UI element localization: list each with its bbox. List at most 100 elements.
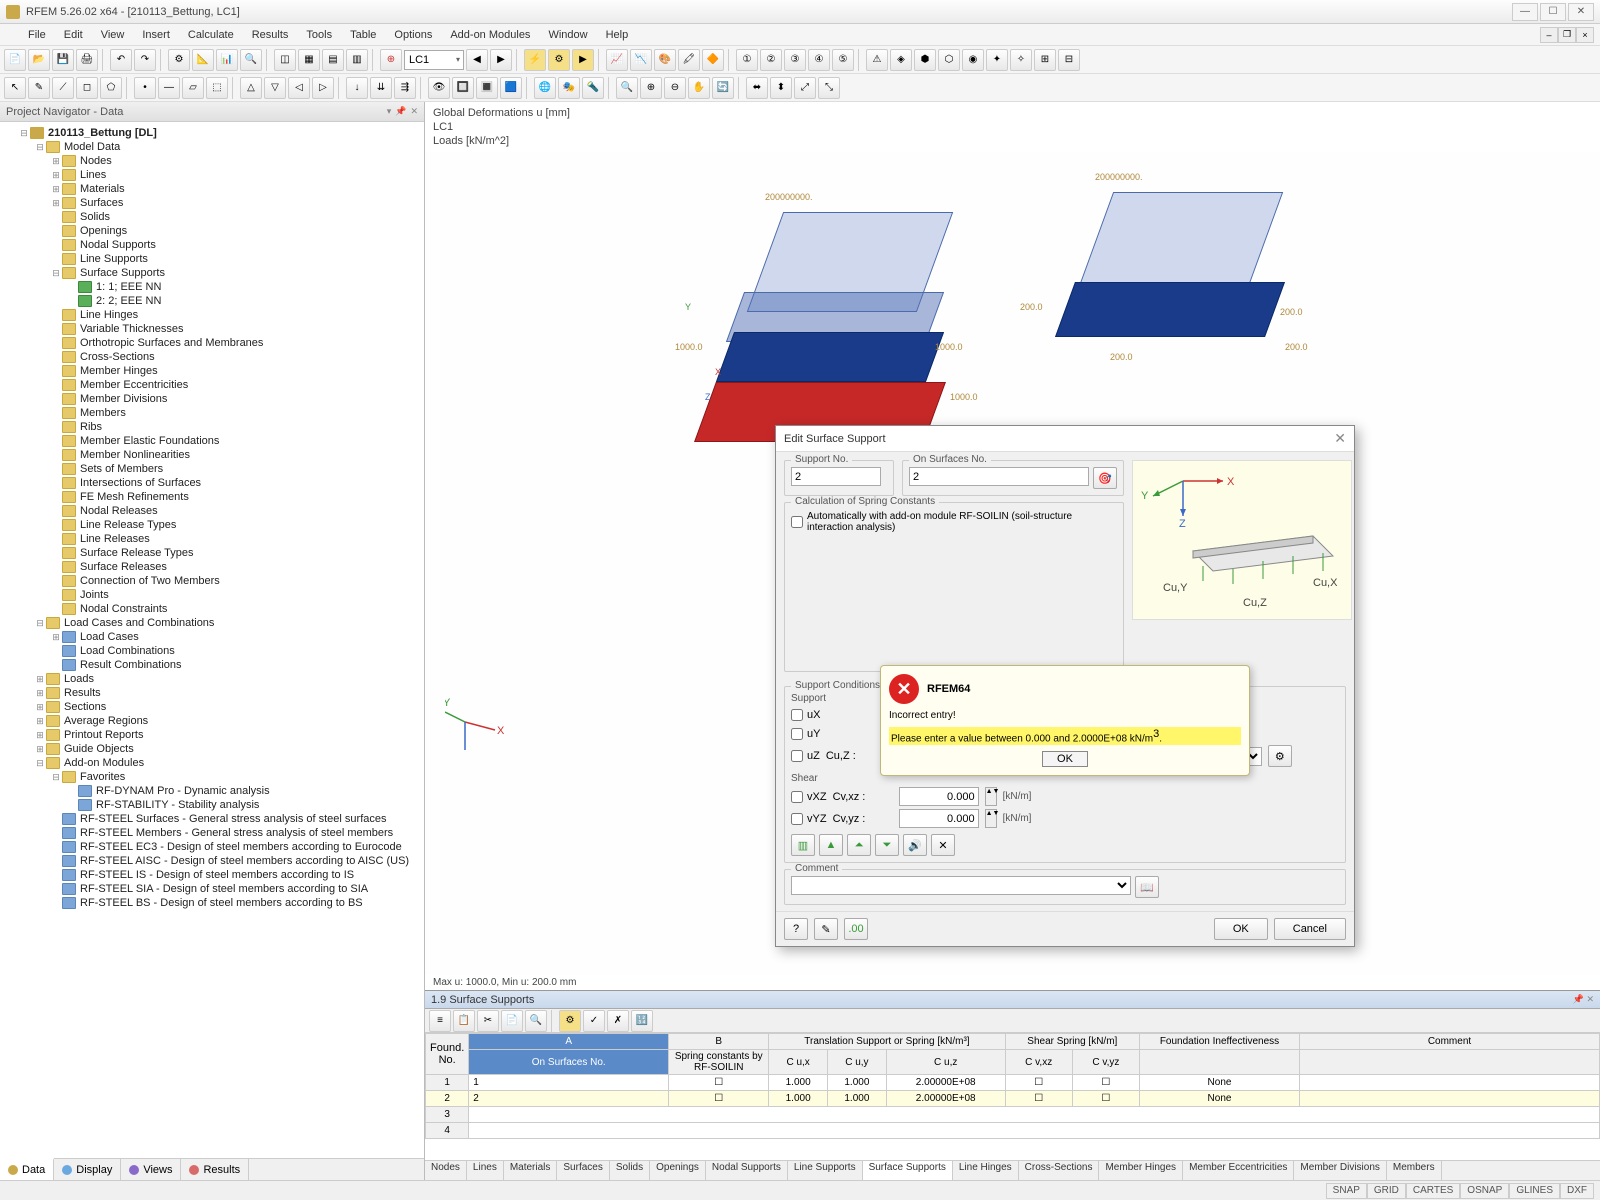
- pan-icon[interactable]: ✋: [688, 77, 710, 99]
- view-icon[interactable]: 🔳: [476, 77, 498, 99]
- zoom-icon[interactable]: ⊖: [664, 77, 686, 99]
- misc-icon[interactable]: ⬡: [938, 49, 960, 71]
- tree-addon-modules[interactable]: ⊟Add-on Modules: [2, 756, 422, 770]
- tree-surface-supports[interactable]: ⊟Surface Supports: [2, 266, 422, 280]
- menu-table[interactable]: Table: [342, 27, 384, 43]
- tree-load-combinations[interactable]: Load Combinations: [2, 644, 422, 658]
- next-icon[interactable]: ▶: [490, 49, 512, 71]
- tree-surface-support-1[interactable]: 1: 1; EEE NN: [2, 280, 422, 294]
- tree-fav-stability[interactable]: RF-STABILITY - Stability analysis: [2, 798, 422, 812]
- table-tab[interactable]: Surface Supports: [863, 1161, 953, 1180]
- table-tab[interactable]: Members: [1387, 1161, 1442, 1180]
- tree-nodal-supports[interactable]: Nodal Supports: [2, 238, 422, 252]
- units-icon[interactable]: .00: [844, 918, 868, 940]
- misc-icon[interactable]: ⬌: [746, 77, 768, 99]
- misc-icon[interactable]: ⊞: [1034, 49, 1056, 71]
- tree-fav-dynam[interactable]: RF-DYNAM Pro - Dynamic analysis: [2, 784, 422, 798]
- result-icon[interactable]: 📈: [606, 49, 628, 71]
- solid-icon[interactable]: ⬚: [206, 77, 228, 99]
- table-tab[interactable]: Line Hinges: [953, 1161, 1019, 1180]
- menu-edit[interactable]: Edit: [56, 27, 91, 43]
- draw-icon[interactable]: ◻: [76, 77, 98, 99]
- close-button[interactable]: ✕: [1568, 3, 1594, 21]
- close-panel-icon[interactable]: 📌: [395, 106, 406, 117]
- module-icon[interactable]: ④: [808, 49, 830, 71]
- tree-item[interactable]: Member Elastic Foundations: [2, 434, 422, 448]
- module-icon[interactable]: ③: [784, 49, 806, 71]
- tree-item[interactable]: Nodal Releases: [2, 504, 422, 518]
- maximize-button[interactable]: ☐: [1540, 3, 1566, 21]
- support-icon[interactable]: △: [240, 77, 262, 99]
- tree-item[interactable]: Intersections of Surfaces: [2, 476, 422, 490]
- misc-icon[interactable]: ◉: [962, 49, 984, 71]
- menu-results[interactable]: Results: [244, 27, 297, 43]
- pick-surface-icon[interactable]: 🎯: [1093, 467, 1117, 489]
- tree-item[interactable]: Line Hinges: [2, 308, 422, 322]
- tree-item[interactable]: Connection of Two Members: [2, 574, 422, 588]
- print-icon[interactable]: 🖨: [76, 49, 98, 71]
- surface-supports-table[interactable]: Found.No. A B Translation Support or Spr…: [425, 1033, 1600, 1139]
- table-tab[interactable]: Member Eccentricities: [1183, 1161, 1294, 1180]
- tree-item[interactable]: FE Mesh Refinements: [2, 490, 422, 504]
- tree-item[interactable]: Nodal Constraints: [2, 602, 422, 616]
- save-icon[interactable]: 💾: [52, 49, 74, 71]
- table-tab[interactable]: Member Divisions: [1294, 1161, 1386, 1180]
- support-icon[interactable]: ◁: [288, 77, 310, 99]
- misc-icon[interactable]: ✦: [986, 49, 1008, 71]
- tree-module[interactable]: RF-STEEL EC3 - Design of steel members a…: [2, 840, 422, 854]
- tree-item[interactable]: Member Hinges: [2, 364, 422, 378]
- alert-ok-button[interactable]: OK: [1042, 751, 1088, 767]
- tree-item[interactable]: ⊞Loads: [2, 672, 422, 686]
- preset-icon[interactable]: ▥: [791, 834, 815, 856]
- node-icon[interactable]: •: [134, 77, 156, 99]
- table-tab[interactable]: Cross-Sections: [1019, 1161, 1100, 1180]
- misc-icon[interactable]: ◈: [890, 49, 912, 71]
- undo-icon[interactable]: ↶: [110, 49, 132, 71]
- uz-checkbox[interactable]: uZ: [791, 750, 820, 762]
- rotate-icon[interactable]: 🔄: [712, 77, 734, 99]
- module-icon[interactable]: ①: [736, 49, 758, 71]
- misc-icon[interactable]: ⊟: [1058, 49, 1080, 71]
- view-icon[interactable]: ▥: [346, 49, 368, 71]
- tool-icon[interactable]: ⚙: [168, 49, 190, 71]
- tree-nodes[interactable]: ⊞Nodes: [2, 154, 422, 168]
- draw-icon[interactable]: ⬠: [100, 77, 122, 99]
- menu-options[interactable]: Options: [386, 27, 440, 43]
- tree-item[interactable]: Joints: [2, 588, 422, 602]
- preset-icon[interactable]: 🔊: [903, 834, 927, 856]
- result-icon[interactable]: 🔶: [702, 49, 724, 71]
- table-tool-icon[interactable]: 🔍: [525, 1010, 547, 1032]
- tree-item[interactable]: Member Nonlinearities: [2, 448, 422, 462]
- panel-pin-icon[interactable]: 📌 ✕: [1573, 994, 1594, 1005]
- tree-load-cases-combinations[interactable]: ⊟Load Cases and Combinations: [2, 616, 422, 630]
- loadcase-combo[interactable]: LC1: [404, 50, 464, 70]
- status-cartes[interactable]: CARTES: [1406, 1183, 1460, 1199]
- menu-insert[interactable]: Insert: [134, 27, 178, 43]
- module-icon[interactable]: ②: [760, 49, 782, 71]
- support-no-input[interactable]: [791, 467, 881, 486]
- table-tab[interactable]: Nodal Supports: [706, 1161, 788, 1180]
- menu-calculate[interactable]: Calculate: [180, 27, 242, 43]
- tree-load-cases[interactable]: ⊞Load Cases: [2, 630, 422, 644]
- help-icon[interactable]: ?: [784, 918, 808, 940]
- calc-icon[interactable]: ⚙: [548, 49, 570, 71]
- status-grid[interactable]: GRID: [1367, 1183, 1406, 1199]
- load-icon[interactable]: ⇊: [370, 77, 392, 99]
- table-tool-icon[interactable]: ⚙: [559, 1010, 581, 1032]
- module-icon[interactable]: ⑤: [832, 49, 854, 71]
- calc-icon[interactable]: ⚡: [524, 49, 546, 71]
- calc-icon[interactable]: ▶: [572, 49, 594, 71]
- tree-lines[interactable]: ⊞Lines: [2, 168, 422, 182]
- zoom-icon[interactable]: ⊕: [640, 77, 662, 99]
- table-tool-icon[interactable]: 📋: [453, 1010, 475, 1032]
- support-icon[interactable]: ▷: [312, 77, 334, 99]
- table-tab[interactable]: Line Supports: [788, 1161, 863, 1180]
- view-icon[interactable]: 🔲: [452, 77, 474, 99]
- misc-icon[interactable]: ⚠: [866, 49, 888, 71]
- result-icon[interactable]: 📉: [630, 49, 652, 71]
- nonlinearity-edit-icon[interactable]: ⚙: [1268, 745, 1292, 767]
- tree-module[interactable]: RF-STEEL IS - Design of steel members ac…: [2, 868, 422, 882]
- preset-icon[interactable]: ⏶: [847, 834, 871, 856]
- misc-icon[interactable]: ⤢: [794, 77, 816, 99]
- nav-tab-views[interactable]: Views: [121, 1159, 181, 1180]
